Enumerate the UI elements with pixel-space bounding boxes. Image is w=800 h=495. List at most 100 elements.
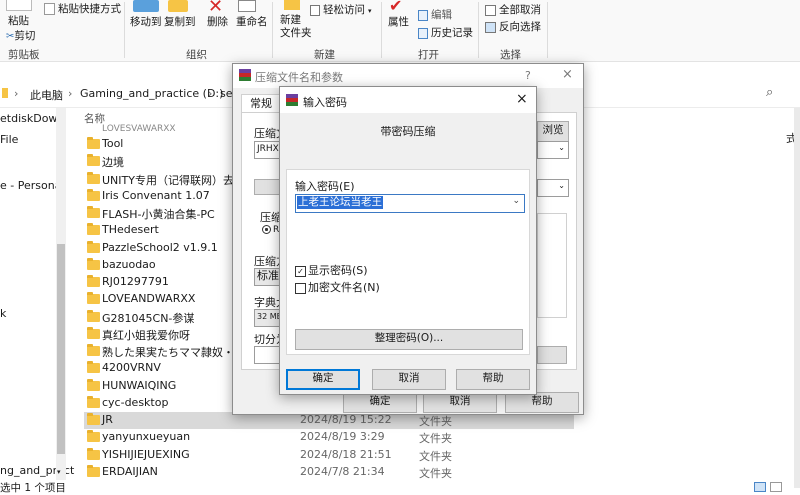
- breadcrumb-separator-icon: ›: [14, 87, 19, 100]
- browse-button[interactable]: 浏览(B)...: [537, 121, 569, 153]
- nav-item-onedrive[interactable]: e - Personal: [0, 179, 65, 192]
- chevron-down-icon[interactable]: ⌄: [512, 196, 520, 206]
- easy-access-label: 轻松访问: [323, 4, 365, 16]
- invert-selection-icon: [485, 21, 496, 33]
- list-item-name: 边境: [102, 156, 124, 169]
- folder-icon: [87, 154, 100, 166]
- folder-icon: [87, 223, 100, 235]
- new-folder-button[interactable]: 新建 文件夹: [280, 14, 312, 40]
- ribbon: 粘贴 粘贴快捷方式 ✂剪切 剪贴板 移动到 复制到 ✕ 删除 重命名 组织 新建…: [0, 0, 800, 62]
- organize-passwords-button[interactable]: 整理密码(O)...: [295, 329, 523, 350]
- list-item-date: 2024/8/18 21:51: [300, 448, 392, 461]
- paste-icon[interactable]: [6, 0, 32, 11]
- list-item-type: 文件夹: [419, 432, 452, 445]
- password-cancel-button[interactable]: 取消: [372, 369, 446, 390]
- folder-icon: [87, 275, 100, 287]
- copy-to-button[interactable]: 复制到: [164, 14, 196, 29]
- invert-selection-button[interactable]: 反向选择: [485, 19, 541, 34]
- rename-button[interactable]: 重命名: [236, 14, 268, 29]
- breadcrumb-drive[interactable]: Gaming_and_practice (D:): [80, 87, 223, 100]
- new-folder-line1: 新建: [280, 14, 301, 26]
- nav-item-file[interactable]: File: [0, 133, 18, 146]
- list-item-type: 文件夹: [419, 415, 452, 428]
- folder-icon: [87, 189, 100, 201]
- properties-icon: ✔: [389, 0, 403, 15]
- paste-shortcut-button[interactable]: 粘贴快捷方式: [44, 1, 121, 16]
- list-item-name: cyc-desktop: [102, 396, 169, 409]
- properties-button[interactable]: 属性: [388, 14, 409, 29]
- archive-help-button[interactable]: 帮助: [505, 392, 579, 413]
- nav-scrollbar[interactable]: ▾: [56, 108, 66, 480]
- list-item-name: 4200VRNV: [102, 361, 161, 374]
- list-item-name: Tool: [102, 137, 124, 150]
- archive-name-dropdown[interactable]: ⌄: [537, 141, 569, 159]
- edit-button[interactable]: 编辑: [418, 7, 452, 22]
- select-none-label: 全部取消: [499, 4, 541, 16]
- select-none-icon: [485, 4, 496, 16]
- list-item-name: RJ01297791: [102, 275, 169, 288]
- show-password-label: 显示密码(S): [308, 264, 368, 277]
- password-input[interactable]: 上老王论坛当老王 ⌄: [295, 194, 525, 213]
- archive-cancel-button[interactable]: 取消: [423, 392, 497, 413]
- list-item-name: yanyunxueyuan: [102, 430, 191, 443]
- checkbox-checked-icon: ✓: [295, 265, 306, 277]
- nav-item-k[interactable]: k: [0, 307, 6, 320]
- enter-password-label: 输入密码(E): [295, 180, 355, 193]
- list-item[interactable]: yanyunxueyuan 2024/8/19 3:29 文件夹: [84, 429, 574, 446]
- breadcrumb-folder[interactable]: se: [220, 87, 233, 100]
- history-button[interactable]: 历史记录: [418, 25, 473, 40]
- folder-icon: [87, 465, 100, 477]
- folder-icon: [87, 137, 100, 149]
- list-item[interactable]: ERDAIJIAN 2024/7/8 21:34 文件夹: [84, 464, 574, 481]
- tab-general[interactable]: 常规: [241, 94, 281, 112]
- easy-access-icon: [310, 4, 320, 16]
- move-to-button[interactable]: 移动到: [130, 14, 162, 29]
- right-scrollbar[interactable]: [779, 108, 800, 488]
- password-dialog: 输入密码 × 带密码压缩 输入密码(E) 上老王论坛当老王 ⌄ ✓ 显示密码(S)…: [279, 86, 537, 395]
- easy-access-button[interactable]: 轻松访问 ▾: [310, 2, 372, 17]
- radio-selected-icon: [262, 225, 271, 234]
- list-item-date: 2024/7/8 21:34: [300, 465, 385, 478]
- archive-ok-button[interactable]: 确定: [343, 392, 417, 413]
- nav-scrollbar-thumb[interactable]: [57, 244, 65, 454]
- cut-button[interactable]: ✂剪切: [6, 28, 35, 43]
- folder-icon: [87, 292, 100, 304]
- breadcrumb-this-pc[interactable]: 此电脑: [30, 87, 63, 103]
- winrar-icon: [239, 69, 251, 81]
- folder-icon: [87, 430, 100, 442]
- archive-dialog-title: 压缩文件名和参数: [255, 71, 343, 84]
- password-panel: 输入密码(E) 上老王论坛当老王 ⌄ ✓ 显示密码(S) 加密文件名(N) 整理密…: [286, 169, 530, 355]
- list-item-name: PazzleSchool2 v1.9.1: [102, 241, 218, 254]
- list-item-name: bazuodao: [102, 258, 156, 271]
- show-password-checkbox[interactable]: ✓ 显示密码(S): [295, 262, 368, 278]
- close-icon[interactable]: ×: [562, 67, 573, 82]
- chevron-down-icon[interactable]: ▾: [57, 468, 61, 476]
- breadcrumb-separator-icon: ›: [208, 87, 213, 100]
- navigation-pane: etdiskDown File e - Personal k ng_and_pr…: [0, 108, 74, 480]
- set-password-button[interactable]: [537, 346, 567, 364]
- update-mode-dropdown[interactable]: ⌄: [537, 179, 569, 197]
- help-icon[interactable]: ?: [525, 69, 531, 82]
- encrypt-filenames-checkbox[interactable]: 加密文件名(N): [295, 279, 380, 295]
- close-icon[interactable]: ×: [516, 91, 528, 107]
- password-ok-button[interactable]: 确定: [286, 369, 360, 390]
- search-icon[interactable]: ⌕: [766, 85, 773, 100]
- select-none-button[interactable]: 全部取消: [485, 2, 541, 17]
- password-dialog-titlebar: 输入密码 ×: [280, 87, 536, 113]
- folder-icon: [87, 344, 100, 356]
- nav-item-netdisk[interactable]: etdiskDown: [0, 112, 64, 125]
- folder-icon: [87, 361, 100, 373]
- split-volumes-input[interactable]: [254, 346, 282, 364]
- details-view-icon[interactable]: [754, 482, 766, 492]
- folder-icon: [87, 206, 100, 218]
- paste-button[interactable]: 粘贴: [8, 13, 29, 28]
- delete-button[interactable]: 删除: [207, 14, 228, 29]
- password-help-button[interactable]: 帮助: [456, 369, 530, 390]
- list-item-name: UNITY专用（记得联网）去码: [102, 174, 245, 187]
- password-dialog-heading: 带密码压缩: [380, 125, 436, 138]
- chevron-down-icon: ⌄: [558, 143, 565, 152]
- folder-icon: [87, 379, 100, 391]
- list-item[interactable]: YISHIJIEJUEXING 2024/8/18 21:51 文件夹: [84, 447, 574, 464]
- chevron-down-icon: ⌄: [558, 181, 565, 190]
- list-item-name: 真红小姐我爱你呀: [102, 329, 190, 342]
